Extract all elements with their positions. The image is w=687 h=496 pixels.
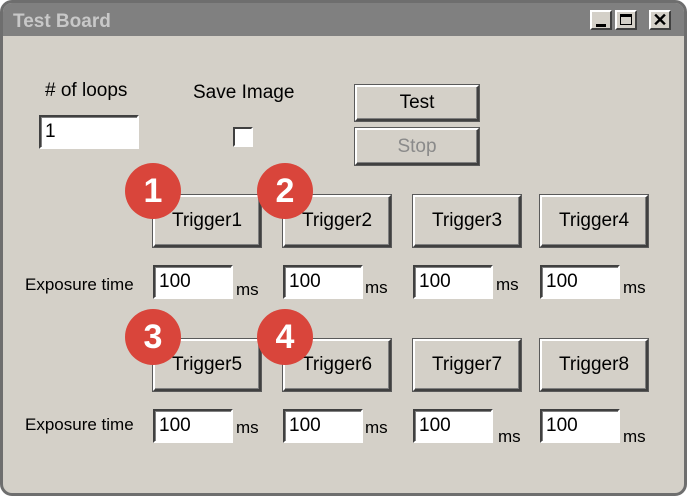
exposure6-input[interactable]: 100 — [283, 409, 363, 443]
exposure7-input[interactable]: 100 — [413, 409, 493, 443]
loops-label: # of loops — [45, 80, 128, 101]
minimize-button[interactable] — [590, 10, 612, 30]
annotation-badge-4: 4 — [257, 309, 313, 365]
exposure5-input[interactable]: 100 — [153, 409, 233, 443]
exposure6-unit: ms — [365, 418, 388, 437]
trigger3-button[interactable]: Trigger3 — [413, 195, 521, 247]
close-button[interactable]: ✕ — [649, 10, 671, 30]
test-board-window: Test Board ✕ # of loops 1 Save Image Tes… — [0, 0, 687, 496]
annotation-badge-2: 2 — [257, 163, 313, 219]
minimize-icon — [596, 24, 606, 27]
trigger8-button[interactable]: Trigger8 — [540, 339, 648, 391]
save-image-checkbox[interactable] — [233, 127, 253, 147]
exposure-label: Exposure time — [25, 275, 134, 294]
exposure1-input[interactable]: 100 — [153, 265, 233, 299]
exposure2-input[interactable]: 100 — [283, 265, 363, 299]
maximize-button[interactable] — [615, 10, 637, 30]
window-title: Test Board — [13, 11, 111, 32]
annotation-badge-1: 1 — [125, 163, 181, 219]
test-button[interactable]: Test — [355, 85, 479, 121]
annotation-badge-3: 3 — [125, 309, 181, 365]
exposure1-unit: ms — [236, 280, 259, 299]
exposure4-input[interactable]: 100 — [540, 265, 620, 299]
loops-input[interactable]: 1 — [39, 115, 139, 149]
save-image-label: Save Image — [193, 82, 295, 103]
close-icon: ✕ — [652, 10, 668, 30]
exposure-label-2: Exposure time — [25, 415, 134, 434]
stop-button[interactable]: Stop — [355, 128, 479, 165]
exposure7-unit: ms — [498, 427, 521, 446]
exposure8-input[interactable]: 100 — [540, 409, 620, 443]
maximize-icon — [620, 14, 632, 25]
exposure5-unit: ms — [236, 418, 259, 437]
trigger7-button[interactable]: Trigger7 — [413, 339, 521, 391]
exposure4-unit: ms — [623, 278, 646, 297]
trigger4-button[interactable]: Trigger4 — [540, 195, 648, 247]
exposure2-unit: ms — [365, 278, 388, 297]
exposure3-input[interactable]: 100 — [413, 265, 493, 299]
title-bar[interactable]: Test Board ✕ — [3, 3, 684, 36]
exposure8-unit: ms — [623, 427, 646, 446]
exposure3-unit: ms — [496, 275, 519, 294]
